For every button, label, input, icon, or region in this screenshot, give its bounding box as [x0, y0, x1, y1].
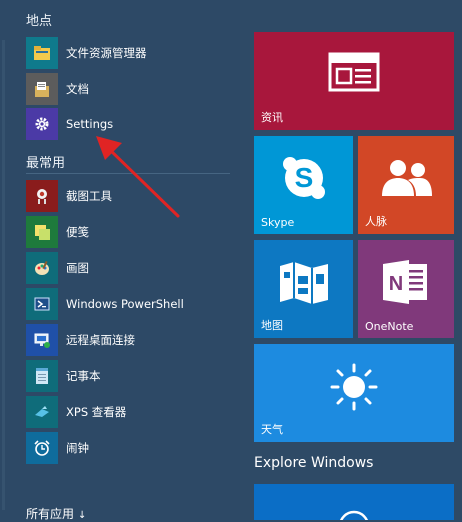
- folder-icon: [26, 37, 58, 69]
- tile-label: Skype: [261, 216, 295, 229]
- explore-icon: [254, 506, 454, 520]
- app-item-paint[interactable]: 画图: [26, 251, 230, 285]
- paint-icon: [26, 252, 58, 284]
- all-apps-label: 所有应用: [26, 507, 75, 521]
- svg-text:N: N: [389, 273, 403, 295]
- place-item-label: 文档: [66, 82, 89, 96]
- place-item-label: Settings: [66, 117, 114, 131]
- documents-icon: [26, 73, 58, 105]
- tile-news[interactable]: 资讯: [254, 32, 454, 130]
- people-icon: [358, 158, 454, 198]
- app-item-label: Windows PowerShell: [66, 297, 184, 311]
- tile-label: 人脉: [365, 215, 387, 228]
- tile-label: 资讯: [261, 111, 283, 124]
- sun-icon: [254, 362, 454, 412]
- app-item-remote-desktop[interactable]: 远程桌面连接: [26, 323, 230, 357]
- tile-maps[interactable]: 地图: [254, 240, 353, 338]
- tile-skype[interactable]: S Skype: [254, 136, 353, 234]
- tile-label: OneNote: [365, 320, 414, 333]
- tile-weather[interactable]: 天气: [254, 344, 454, 442]
- left-scrollbar[interactable]: [2, 40, 5, 510]
- tile-explore-windows[interactable]: [254, 484, 454, 520]
- map-icon: [254, 260, 353, 304]
- sticky-notes-icon: [26, 216, 58, 248]
- news-icon: [254, 52, 454, 92]
- app-item-label: 便笺: [66, 225, 89, 239]
- tile-onenote[interactable]: N OneNote: [358, 240, 454, 338]
- place-item-settings[interactable]: Settings: [26, 107, 230, 141]
- app-item-label: 截图工具: [66, 189, 112, 203]
- app-item-snipping-tool[interactable]: 截图工具: [26, 179, 230, 213]
- app-item-label: 画图: [66, 261, 89, 275]
- tile-label: 地图: [261, 319, 283, 332]
- xps-viewer-icon: [26, 396, 58, 428]
- powershell-icon: [26, 288, 58, 320]
- place-item-file-explorer[interactable]: 文件资源管理器: [26, 36, 230, 70]
- app-item-label: XPS 查看器: [66, 405, 127, 419]
- most-used-header: 最常用: [26, 156, 66, 171]
- places-header: 地点: [26, 14, 53, 29]
- app-item-powershell[interactable]: Windows PowerShell: [26, 287, 230, 321]
- place-item-documents[interactable]: 文档: [26, 72, 230, 106]
- all-apps-button[interactable]: 所有应用 ↓: [26, 505, 86, 522]
- tile-label: 天气: [261, 423, 283, 436]
- app-item-alarms[interactable]: 闹钟: [26, 431, 230, 465]
- remote-desktop-icon: [26, 324, 58, 356]
- svg-text:S: S: [294, 162, 313, 193]
- gear-icon: [26, 108, 58, 140]
- alarm-clock-icon: [26, 432, 58, 464]
- notepad-icon: [26, 360, 58, 392]
- app-item-xps-viewer[interactable]: XPS 查看器: [26, 395, 230, 429]
- onenote-icon: N: [358, 258, 454, 306]
- app-item-label: 闹钟: [66, 441, 89, 455]
- scissors-icon: [26, 180, 58, 212]
- place-item-label: 文件资源管理器: [66, 46, 147, 60]
- skype-icon: S: [254, 154, 353, 202]
- app-item-label: 记事本: [66, 369, 101, 383]
- start-left-panel: 地点 文件资源管理器 文档 Settings 最常用 截图工具 便笺 画图 Wi…: [0, 0, 240, 522]
- app-item-sticky-notes[interactable]: 便笺: [26, 215, 230, 249]
- explore-windows-header: Explore Windows: [254, 455, 374, 471]
- app-item-label: 远程桌面连接: [66, 333, 135, 347]
- app-item-notepad[interactable]: 记事本: [26, 359, 230, 393]
- arrow-down-icon: ↓: [78, 510, 87, 521]
- tile-people[interactable]: 人脉: [358, 136, 454, 234]
- divider: [26, 173, 230, 174]
